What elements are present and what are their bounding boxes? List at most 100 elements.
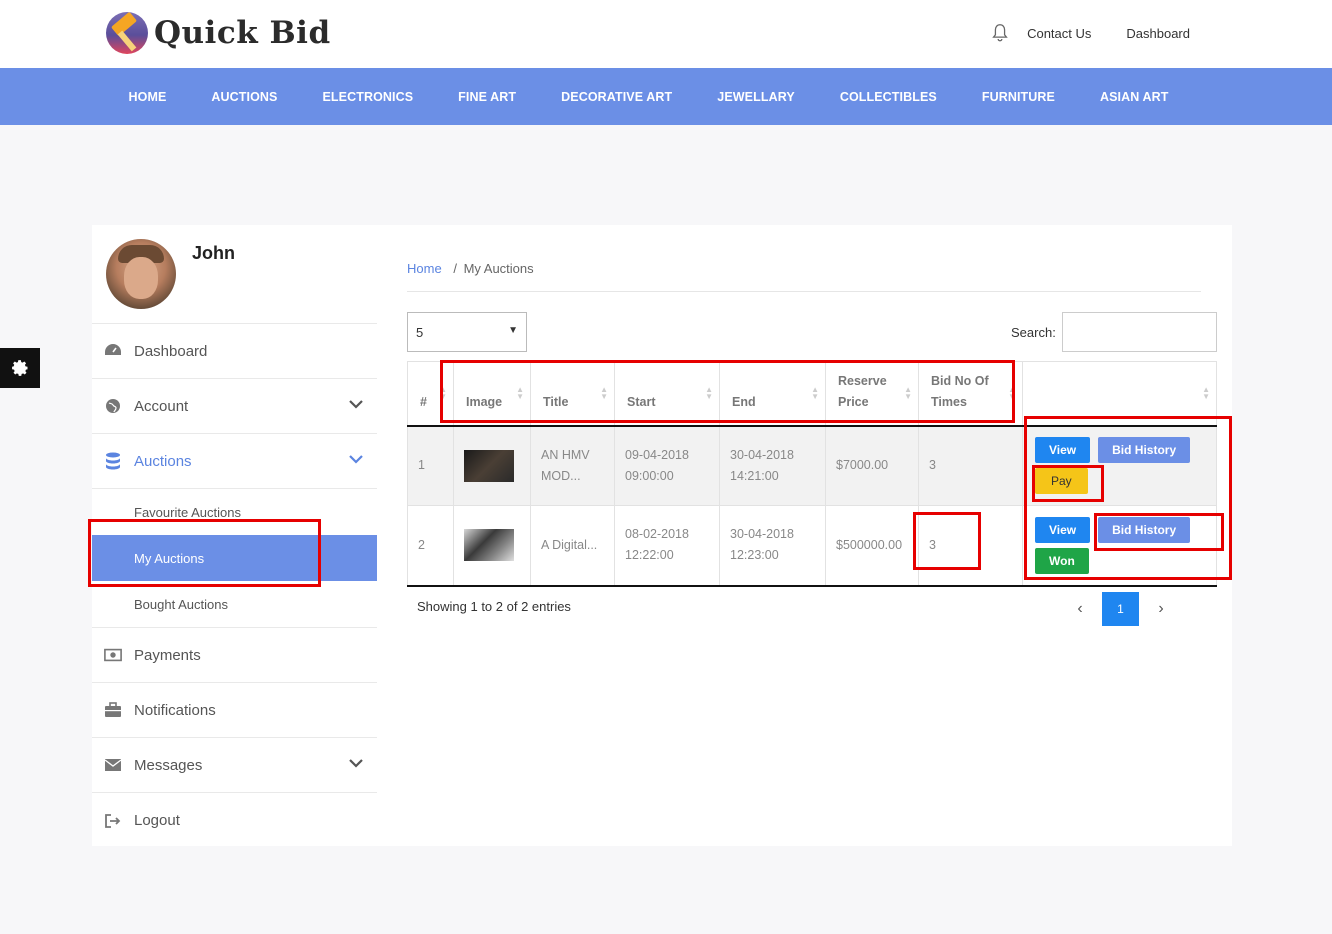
cell-actions: View Bid History Pay xyxy=(1022,425,1217,506)
column-header-actions[interactable]: ▲ ▼ xyxy=(1022,361,1217,427)
sidebar-subitem-my-auctions[interactable]: My Auctions xyxy=(92,535,377,581)
chevron-down-icon xyxy=(349,400,363,409)
cell-number: 2 xyxy=(407,505,454,587)
breadcrumb-separator: / xyxy=(453,261,457,276)
nav-auctions[interactable]: AUCTIONS xyxy=(189,90,300,104)
column-header-reserve-price[interactable]: Reserve Price ▲ ▼ xyxy=(825,361,919,427)
dashboard-link[interactable]: Dashboard xyxy=(1126,26,1190,41)
database-icon xyxy=(104,452,122,470)
chevron-down-icon xyxy=(349,759,363,768)
sidebar-item-dashboard[interactable]: Dashboard xyxy=(92,324,377,379)
table-row: 2 A Digital... 08-02-2018 12:22:00 30-04-… xyxy=(407,505,1217,587)
column-header-start[interactable]: Start ▲ ▼ xyxy=(614,361,720,427)
sidebar-item-auctions[interactable]: Auctions xyxy=(92,434,377,489)
column-header-number[interactable]: # ▲ ▼ xyxy=(407,361,454,427)
cell-bid-times: 3 xyxy=(918,425,1023,506)
column-header-end[interactable]: End ▲ ▼ xyxy=(719,361,826,427)
sidebar-item-notifications[interactable]: Notifications xyxy=(92,683,377,738)
caret-down-icon: ▼ xyxy=(508,325,518,336)
breadcrumb-home[interactable]: Home xyxy=(407,261,442,276)
cell-actions: View Bid History Won xyxy=(1022,505,1217,587)
cell-reserve-price: $7000.00 xyxy=(825,425,919,506)
profile-card: John xyxy=(92,225,377,324)
cell-reserve-price: $500000.00 xyxy=(825,505,919,587)
sidebar-item-label: Account xyxy=(134,397,189,415)
sort-icon: ▲ ▼ xyxy=(516,385,524,401)
column-header-title[interactable]: Title ▲ ▼ xyxy=(530,361,615,427)
sort-icon: ▲ ▼ xyxy=(600,385,608,401)
briefcase-icon xyxy=(104,701,122,719)
cell-end: 30-04-2018 12:23:00 xyxy=(719,505,826,587)
nav-furniture[interactable]: FURNITURE xyxy=(959,90,1077,104)
sidebar-item-messages[interactable]: Messages xyxy=(92,738,377,793)
pay-button[interactable]: Pay xyxy=(1035,468,1088,495)
settings-toggle[interactable] xyxy=(0,348,40,388)
nav-collectibles[interactable]: COLLECTIBLES xyxy=(817,90,959,104)
column-header-image[interactable]: Image ▲ ▼ xyxy=(453,361,531,427)
sidebar-subitem-favourite-auctions[interactable]: Favourite Auctions xyxy=(92,489,377,535)
sidebar-item-logout[interactable]: Logout xyxy=(92,793,377,848)
main-panel: Home / My Auctions 5 ▼ Search: # ▲ ▼ Image… xyxy=(377,225,1232,846)
bid-history-button[interactable]: Bid History xyxy=(1098,516,1191,543)
main-navbar: HOME AUCTIONS ELECTRONICS FINE ART DECOR… xyxy=(0,68,1332,125)
view-button[interactable]: View xyxy=(1035,516,1091,543)
item-thumbnail[interactable] xyxy=(464,529,514,562)
breadcrumb: Home / My Auctions xyxy=(407,261,534,276)
sidebar-item-payments[interactable]: Payments xyxy=(92,628,377,683)
nav-decorative-art[interactable]: DECORATIVE ART xyxy=(539,90,695,104)
site-logo[interactable]: Quick Bid xyxy=(106,12,331,54)
chevron-down-icon xyxy=(349,455,363,464)
item-thumbnail[interactable] xyxy=(464,449,514,482)
nav-jewellary[interactable]: JEWELLARY xyxy=(695,90,818,104)
sort-icon: ▲ ▼ xyxy=(1202,385,1210,401)
cell-title: A Digital... xyxy=(530,505,615,587)
cell-image[interactable] xyxy=(453,425,531,506)
cell-image[interactable] xyxy=(453,505,531,587)
avatar xyxy=(106,239,176,309)
search-input[interactable] xyxy=(1062,312,1217,352)
sidebar-item-label: Auctions xyxy=(134,452,192,470)
sort-icon: ▲ ▼ xyxy=(439,385,447,401)
top-header: Quick Bid Contact Us Dashboard xyxy=(0,0,1332,68)
table-row: 1 AN HMV MOD... 09-04-2018 09:00:00 30-04-… xyxy=(407,425,1217,506)
sidebar-item-label: Notifications xyxy=(134,701,216,719)
dashboard-icon xyxy=(104,342,122,360)
nav-electronics[interactable]: ELECTRONICS xyxy=(300,90,436,104)
account-sidebar: John Dashboard Account Auctions Favourit… xyxy=(92,225,377,846)
money-icon xyxy=(104,646,122,664)
sort-icon: ▲ ▼ xyxy=(904,385,912,401)
sidebar-item-label: Messages xyxy=(134,756,203,774)
gear-icon xyxy=(12,360,28,376)
user-name: John xyxy=(192,243,235,263)
next-page-button[interactable]: › xyxy=(1143,600,1179,618)
page-length-select[interactable]: 5 ▼ xyxy=(407,312,527,352)
sidebar-item-label: Logout xyxy=(134,812,180,829)
page-button[interactable]: 1 xyxy=(1102,592,1139,626)
sidebar-subitem-bought-auctions[interactable]: Bought Auctions xyxy=(92,581,377,627)
sidebar-item-label: Payments xyxy=(134,646,201,664)
contact-us-link[interactable]: Contact Us xyxy=(1027,26,1091,41)
view-button[interactable]: View xyxy=(1035,437,1091,464)
cell-bid-times: 3 xyxy=(918,505,1023,587)
previous-page-button[interactable]: ‹ xyxy=(1062,600,1098,618)
cell-start: 08-02-2018 12:22:00 xyxy=(614,505,720,587)
envelope-icon xyxy=(104,756,122,774)
cell-end: 30-04-2018 14:21:00 xyxy=(719,425,826,506)
bell-icon[interactable] xyxy=(989,22,1011,44)
globe-icon xyxy=(104,397,122,415)
won-badge[interactable]: Won xyxy=(1035,547,1089,574)
nav-asian-art[interactable]: ASIAN ART xyxy=(1077,90,1191,104)
pagination: ‹ 1 › xyxy=(1062,592,1179,626)
sidebar-item-account[interactable]: Account xyxy=(92,379,377,434)
column-header-bid-times[interactable]: Bid No Of Times ▲ ▼ xyxy=(918,361,1023,427)
divider xyxy=(407,291,1201,292)
cell-number: 1 xyxy=(407,425,454,506)
bid-history-button[interactable]: Bid History xyxy=(1098,437,1191,464)
sort-icon: ▲ ▼ xyxy=(705,385,713,401)
breadcrumb-current: My Auctions xyxy=(463,261,534,276)
auctions-table: # ▲ ▼ Image ▲ ▼ Title ▲ ▼ Start ▲ ▼ End ▲ ▼ Reserv… xyxy=(407,361,1217,587)
cell-title: AN HMV MOD... xyxy=(530,425,615,506)
brand-name: Quick Bid xyxy=(154,15,331,51)
nav-fine-art[interactable]: FINE ART xyxy=(436,90,539,104)
nav-home[interactable]: HOME xyxy=(106,90,189,104)
